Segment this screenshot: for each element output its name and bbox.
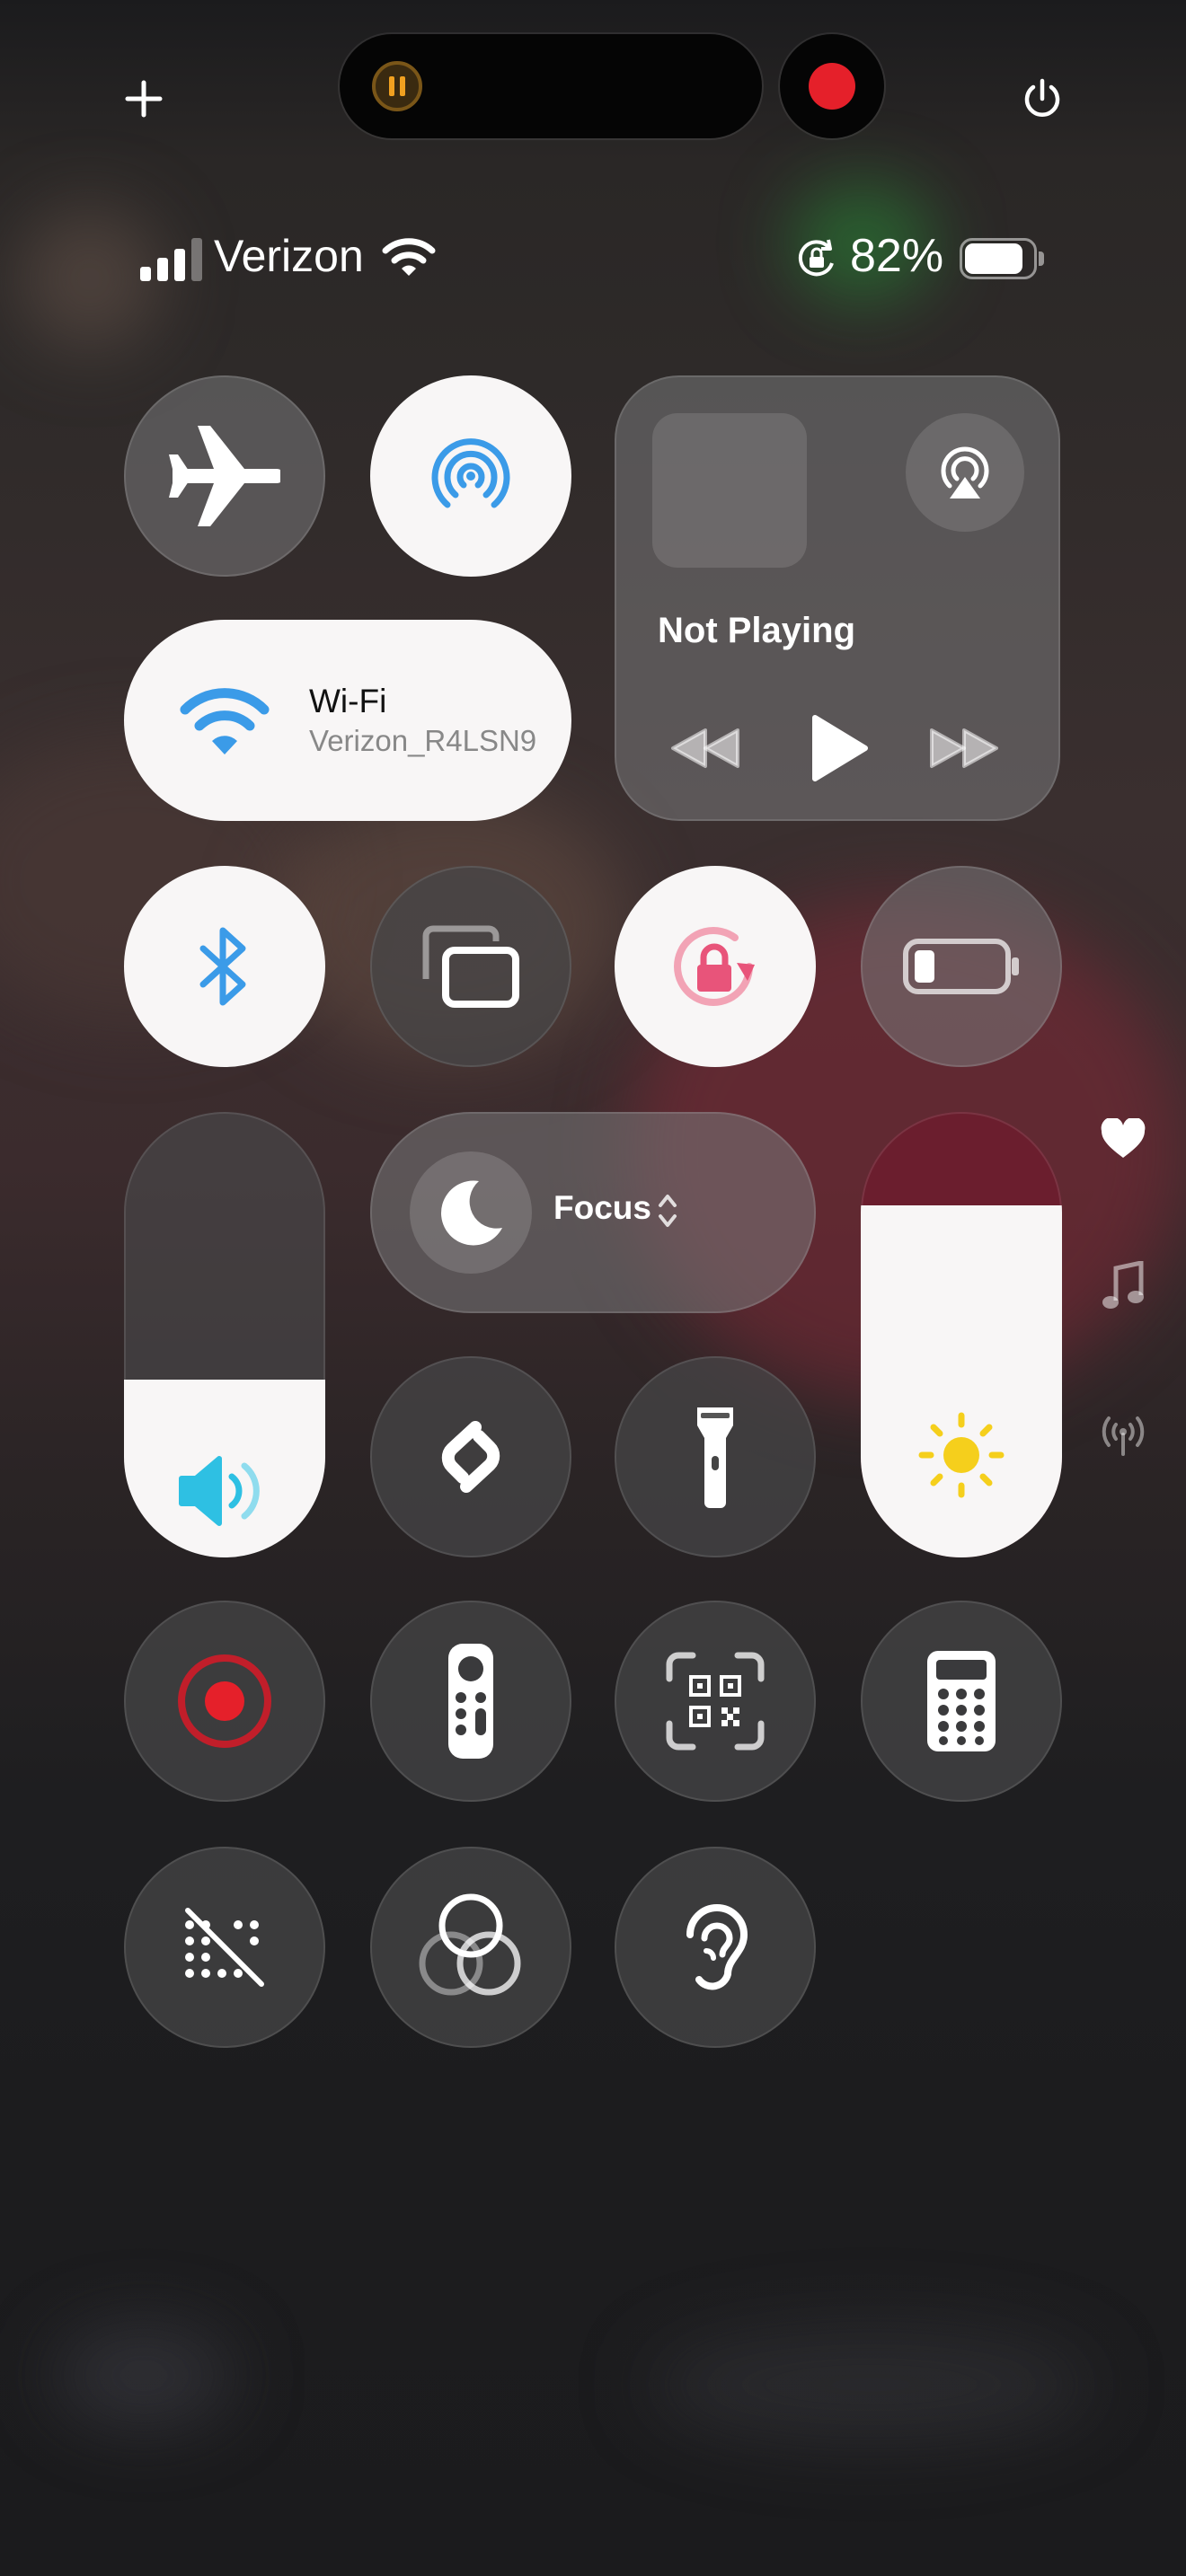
speaker-volume-icon [179, 1456, 260, 1526]
power-button[interactable] [1015, 72, 1069, 126]
side-page-music[interactable] [1096, 1259, 1150, 1313]
rewind-button[interactable] [665, 717, 746, 780]
carrier-name: Verizon [214, 231, 364, 281]
wifi-toggle[interactable]: Wi-Fi Verizon_R4LSN9 [124, 620, 571, 821]
sun-brightness-icon [918, 1412, 1005, 1498]
airdrop-icon [431, 438, 510, 508]
screen-mirroring-button[interactable] [370, 866, 571, 1067]
apple-tv-remote-button[interactable] [370, 1601, 571, 1802]
focus-button[interactable]: Focus [370, 1112, 816, 1313]
screen-recording-button[interactable] [124, 1601, 325, 1802]
wifi-network-name: Verizon_R4LSN9 [309, 724, 537, 757]
play-button[interactable] [803, 708, 875, 789]
fast-forward-icon [930, 728, 998, 768]
brightness-slider[interactable] [861, 1112, 1062, 1557]
wifi-label: Wi-Fi [309, 683, 387, 719]
side-page-favorites[interactable] [1096, 1114, 1150, 1164]
album-art-placeholder [652, 413, 807, 568]
antenna-icon [1102, 1416, 1145, 1456]
screen-mirroring-icon [422, 925, 519, 1008]
code-scanner-button[interactable] [615, 1601, 816, 1802]
battery-icon [960, 238, 1044, 279]
moon-icon [441, 1180, 502, 1246]
airplay-audio-icon [941, 446, 989, 498]
dots-slash-icon [185, 1908, 264, 1987]
flashlight-icon [697, 1407, 733, 1508]
power-icon [1024, 78, 1060, 117]
screen-recording-indicator[interactable] [780, 34, 884, 138]
music-note-icon [1102, 1261, 1144, 1309]
calculator-icon [927, 1651, 996, 1751]
volume-slider[interactable] [124, 1112, 325, 1557]
color-filter-circles-icon [419, 1893, 521, 1996]
bluetooth-toggle[interactable] [124, 866, 325, 1067]
battery-low-power-icon [903, 939, 1019, 994]
rewind-icon [671, 728, 739, 768]
tv-remote-icon [448, 1644, 493, 1759]
screen-record-icon [178, 1654, 271, 1748]
airdrop-toggle[interactable] [370, 375, 571, 577]
qr-code-scanner-icon [666, 1652, 765, 1751]
airplay-button[interactable] [906, 413, 1024, 532]
side-page-connectivity[interactable] [1096, 1407, 1150, 1460]
dynamic-island[interactable] [340, 34, 762, 138]
hearing-button[interactable] [615, 1847, 816, 2048]
ear-icon [686, 1904, 748, 1990]
battery-percentage: 82% [850, 230, 944, 282]
chevron-up-down-icon [659, 1195, 677, 1227]
shazam-icon [441, 1421, 500, 1493]
low-power-mode-toggle[interactable] [861, 866, 1062, 1067]
fast-forward-button[interactable] [924, 717, 1005, 780]
airplane-mode-toggle[interactable] [124, 375, 325, 577]
play-icon [812, 715, 868, 781]
plus-icon [125, 80, 163, 118]
brightness-level-fill [861, 1205, 1062, 1557]
focus-moon-circle [410, 1151, 532, 1274]
rotation-lock-status-icon [798, 239, 834, 277]
cellular-signal-icon [140, 236, 208, 281]
focus-label: Focus [553, 1189, 651, 1226]
shazam-button[interactable] [370, 1356, 571, 1557]
hide-distracting-items-button[interactable] [124, 1847, 325, 2048]
record-dot-icon [809, 63, 855, 110]
orientation-lock-toggle[interactable] [615, 866, 816, 1067]
status-bar: Verizon 82% [135, 229, 1051, 283]
wifi-icon [180, 688, 270, 754]
now-playing-title: Not Playing [658, 611, 856, 650]
color-filters-button[interactable] [370, 1847, 571, 2048]
rotation-lock-icon [674, 927, 755, 1006]
pause-indicator-icon [372, 61, 422, 111]
wifi-status-icon [382, 238, 436, 276]
calculator-button[interactable] [861, 1601, 1062, 1802]
flashlight-toggle[interactable] [615, 1356, 816, 1557]
now-playing-tile[interactable]: Not Playing [615, 375, 1060, 821]
add-button[interactable] [117, 72, 171, 126]
bluetooth-icon [199, 927, 246, 1006]
airplane-icon [169, 426, 280, 526]
heart-icon [1101, 1118, 1146, 1158]
